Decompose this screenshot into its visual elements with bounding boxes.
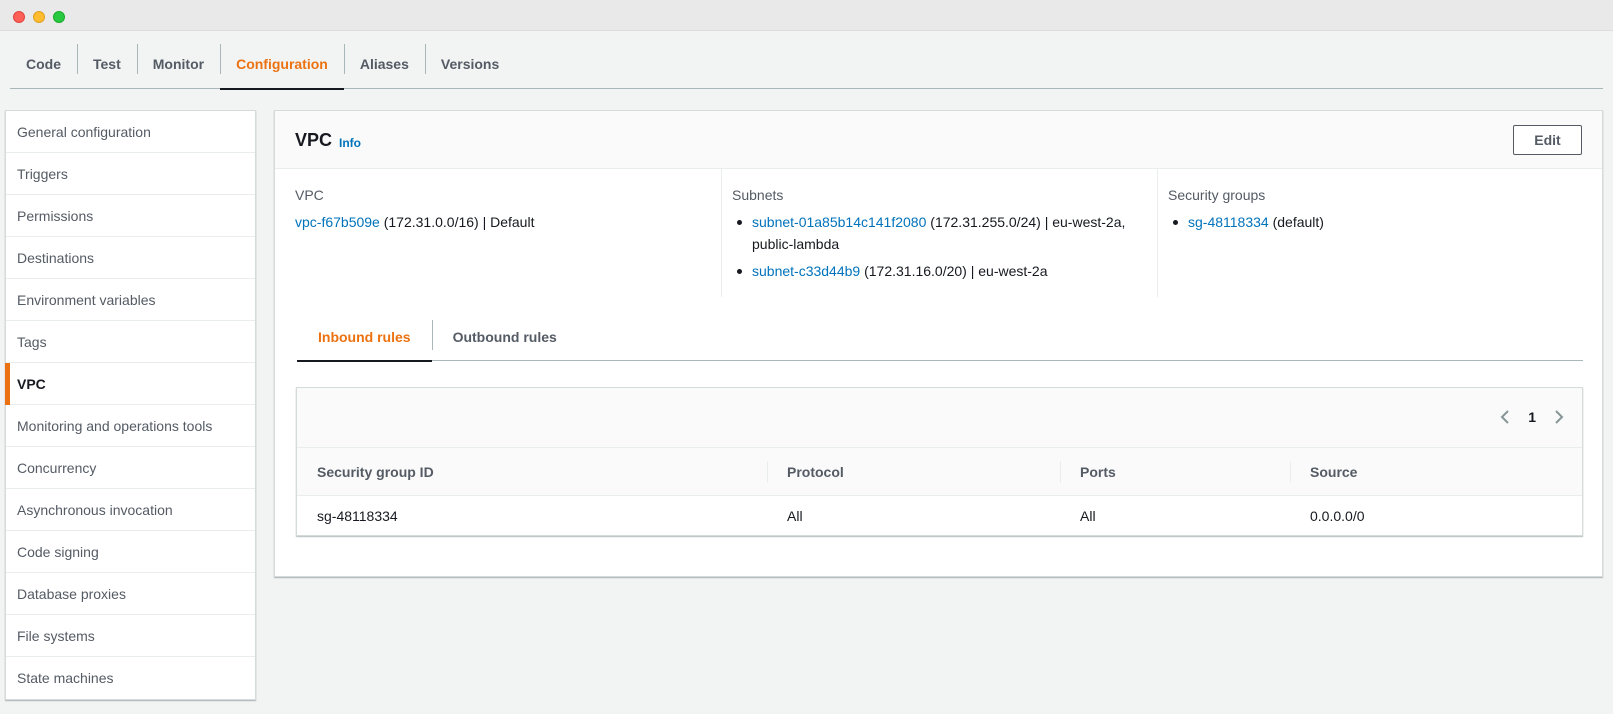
tab-aliases[interactable]: Aliases — [343, 39, 425, 89]
sidebar-item-state-machines[interactable]: State machines — [6, 657, 255, 699]
page-title: VPC — [295, 130, 333, 150]
sidebar-item-database-proxies[interactable]: Database proxies — [6, 573, 255, 615]
column-header-source[interactable]: Source — [1289, 448, 1357, 496]
vpc-details: VPC vpc-f67b509e (172.31.0.0/16) | Defau… — [275, 169, 1604, 297]
tab-test[interactable]: Test — [77, 39, 137, 89]
rules-table: 1 Security group ID Protocol Ports Sourc… — [296, 387, 1583, 536]
vpc-panel: VPC Info Edit VPC vpc-f67b509e (172.31.0… — [274, 110, 1603, 577]
subnet-link[interactable]: subnet-01a85b14c141f2080 — [752, 214, 926, 230]
cell-protocol: All — [787, 507, 803, 524]
vpc-id-link[interactable]: vpc-f67b509e — [295, 214, 380, 230]
sidebar-item-permissions[interactable]: Permissions — [6, 195, 255, 237]
table-header: Security group ID Protocol Ports Source — [297, 448, 1582, 496]
tab-monitor[interactable]: Monitor — [136, 39, 220, 89]
edit-button[interactable]: Edit — [1513, 125, 1582, 155]
sidebar-item-vpc[interactable]: VPC — [5, 363, 255, 405]
subnet-detail: (172.31.16.0/20) | eu-west-2a — [860, 263, 1048, 279]
vpc-detail: (172.31.0.0/16) | Default — [379, 214, 535, 230]
table-toolbar: 1 — [297, 388, 1582, 448]
page-number[interactable]: 1 — [1528, 409, 1536, 425]
sidebar-item-environment-variables[interactable]: Environment variables — [6, 279, 255, 321]
cell-source: 0.0.0.0/0 — [1310, 507, 1365, 524]
vpc-column: VPC vpc-f67b509e (172.31.0.0/16) | Defau… — [295, 169, 710, 297]
tab-outbound-rules[interactable]: Outbound rules — [431, 313, 578, 361]
tab-inbound-rules[interactable]: Inbound rules — [297, 313, 432, 362]
maximize-window-button[interactable] — [53, 11, 65, 23]
column-header-protocol[interactable]: Protocol — [767, 448, 844, 496]
sidebar-item-general-configuration[interactable]: General configuration — [6, 111, 255, 153]
security-group-detail: (default) — [1268, 214, 1324, 230]
sidebar-item-monitoring-tools[interactable]: Monitoring and operations tools — [6, 405, 255, 447]
sidebar-item-tags[interactable]: Tags — [6, 321, 255, 363]
sidebar-item-code-signing[interactable]: Code signing — [6, 531, 255, 573]
sidebar-item-file-systems[interactable]: File systems — [6, 615, 255, 657]
sidebar-item-triggers[interactable]: Triggers — [6, 153, 255, 195]
subnets-column: Subnets subnet-01a85b14c141f2080 (172.31… — [721, 169, 1136, 297]
close-window-button[interactable] — [13, 11, 25, 23]
chevron-left-icon[interactable] — [1498, 405, 1512, 429]
chevron-right-icon[interactable] — [1552, 405, 1566, 429]
column-header-security-group-id[interactable]: Security group ID — [317, 448, 434, 496]
tab-versions[interactable]: Versions — [424, 39, 515, 89]
window-titlebar — [0, 0, 1613, 31]
vpc-value: vpc-f67b509e (172.31.0.0/16) | Default — [295, 211, 710, 233]
list-item: sg-48118334 (default) — [1168, 211, 1572, 233]
sidebar-item-concurrency[interactable]: Concurrency — [6, 447, 255, 489]
configuration-sidebar: General configuration Triggers Permissio… — [5, 110, 256, 700]
panel-header: VPC Info Edit — [275, 111, 1602, 169]
column-header-ports[interactable]: Ports — [1060, 448, 1116, 496]
rule-tabs: Inbound rules Outbound rules — [297, 313, 1583, 362]
subnets-label: Subnets — [732, 187, 784, 203]
security-groups-label: Security groups — [1168, 187, 1266, 203]
cell-ports: All — [1080, 507, 1096, 524]
subnet-link[interactable]: subnet-c33d44b9 — [752, 263, 860, 279]
pagination: 1 — [1498, 405, 1566, 429]
info-link[interactable]: Info — [339, 136, 361, 150]
list-item: subnet-c33d44b9 (172.31.16.0/20) | eu-we… — [732, 260, 1136, 282]
subnet-detail: (172.31.255.0/24) | eu-west-2a, — [926, 214, 1126, 230]
sidebar-item-destinations[interactable]: Destinations — [6, 237, 255, 279]
subnet-list: subnet-01a85b14c141f2080 (172.31.255.0/2… — [732, 211, 1136, 282]
function-tabs: Code Test Monitor Configuration Aliases … — [10, 39, 1603, 90]
subnet-detail-2: public-lambda — [752, 236, 840, 252]
tab-configuration[interactable]: Configuration — [220, 39, 344, 90]
minimize-window-button[interactable] — [33, 11, 45, 23]
security-groups-column: Security groups sg-48118334 (default) — [1157, 169, 1572, 297]
vpc-label: VPC — [295, 187, 324, 203]
list-item: subnet-01a85b14c141f2080 (172.31.255.0/2… — [732, 211, 1136, 255]
table-row: sg-48118334 All All 0.0.0.0/0 — [297, 496, 1582, 535]
cell-security-group-id: sg-48118334 — [317, 507, 398, 524]
security-group-link[interactable]: sg-48118334 — [1188, 214, 1269, 230]
sidebar-item-async-invocation[interactable]: Asynchronous invocation — [6, 489, 255, 531]
tab-code[interactable]: Code — [10, 39, 77, 89]
security-group-list: sg-48118334 (default) — [1168, 211, 1572, 233]
